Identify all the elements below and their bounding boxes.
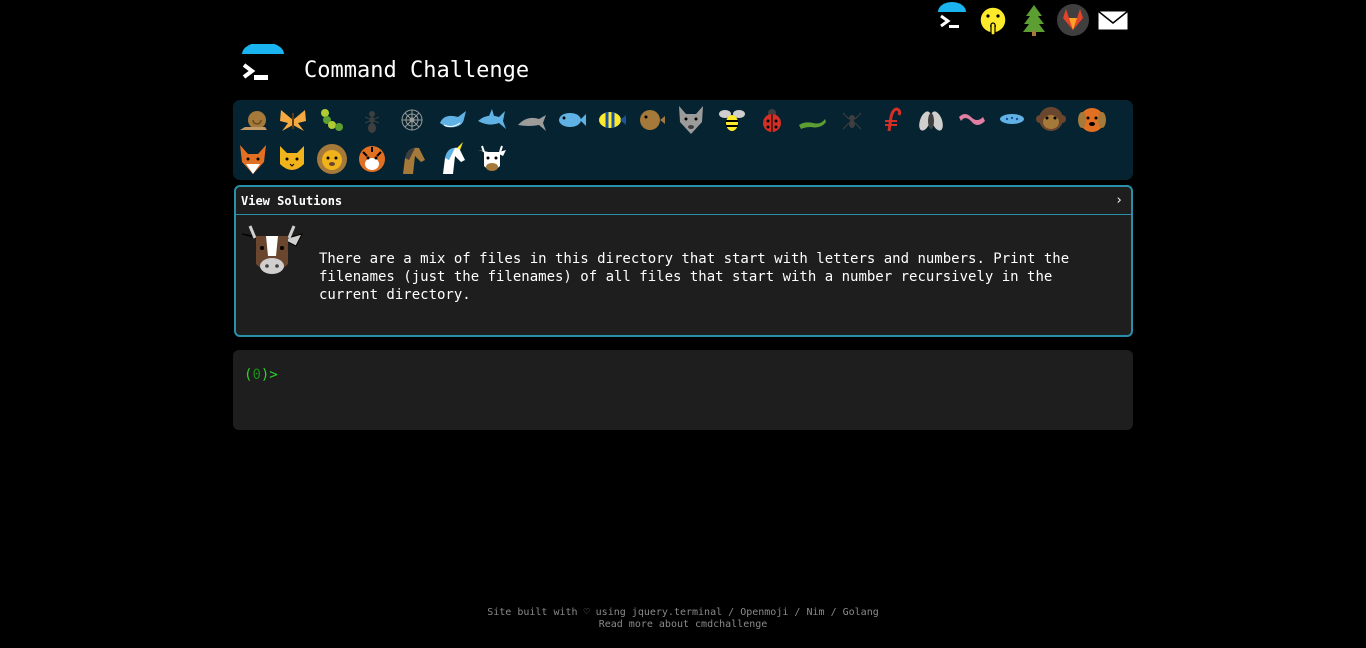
lizard-icon[interactable] bbox=[795, 103, 829, 137]
terminal-logo-icon[interactable] bbox=[934, 2, 970, 38]
footer-separator: / bbox=[830, 607, 837, 618]
bee-icon[interactable] bbox=[715, 103, 749, 137]
unicorn-icon[interactable] bbox=[435, 142, 469, 176]
footer: Site built with ♡ using jquery.terminal … bbox=[0, 607, 1366, 631]
footer-using: using bbox=[595, 607, 626, 618]
dog-icon[interactable] bbox=[1075, 103, 1109, 137]
microbe-icon[interactable] bbox=[995, 102, 1029, 136]
prompt-counter: 0 bbox=[252, 367, 261, 383]
terminal[interactable]: (0)> bbox=[233, 350, 1133, 430]
cat-icon[interactable] bbox=[275, 142, 309, 176]
read-more-link[interactable]: Read more about cmdchallenge bbox=[599, 619, 768, 630]
tree-icon[interactable] bbox=[1016, 2, 1052, 38]
footer-separator: / bbox=[794, 607, 801, 618]
cow-icon[interactable] bbox=[475, 142, 509, 176]
footer-prefix: Site built with bbox=[487, 607, 578, 618]
page-title: Command Challenge bbox=[304, 58, 530, 83]
monkey-icon[interactable] bbox=[1034, 103, 1068, 137]
terminal-prompt: (0)> bbox=[244, 367, 278, 383]
envelope-icon[interactable] bbox=[1095, 2, 1131, 38]
ladybug-icon[interactable] bbox=[755, 103, 789, 137]
horse-icon[interactable] bbox=[395, 142, 429, 176]
openmoji-link[interactable]: Openmoji bbox=[740, 607, 788, 618]
scorpion-icon[interactable] bbox=[875, 103, 909, 137]
footer-line-1: Site built with ♡ using jquery.terminal … bbox=[0, 607, 1366, 619]
shushing-face-icon[interactable] bbox=[975, 2, 1011, 38]
dolphin-icon[interactable] bbox=[515, 103, 549, 137]
spider-icon[interactable] bbox=[835, 103, 869, 137]
heart-icon: ♡ bbox=[583, 607, 590, 618]
nim-link[interactable]: Nim bbox=[806, 607, 824, 618]
footer-line-2: Read more about cmdchallenge bbox=[0, 619, 1366, 631]
ant-icon[interactable] bbox=[355, 103, 389, 137]
cow-icon bbox=[240, 222, 304, 282]
chevron-right-icon: › bbox=[1115, 193, 1123, 208]
prompt-close: )> bbox=[260, 367, 278, 383]
view-solutions-label: View Solutions bbox=[241, 194, 343, 208]
tiger-icon[interactable] bbox=[355, 142, 389, 176]
header: Command Challenge bbox=[240, 44, 840, 96]
fox-icon[interactable] bbox=[236, 142, 270, 176]
tropical-fish-icon[interactable] bbox=[595, 103, 629, 137]
top-nav bbox=[932, 2, 1132, 38]
shark-icon[interactable] bbox=[475, 103, 509, 137]
wolf-icon[interactable] bbox=[674, 102, 708, 136]
butterfly-icon[interactable] bbox=[276, 103, 310, 137]
web-icon[interactable] bbox=[395, 103, 429, 137]
whale-icon[interactable] bbox=[436, 103, 470, 137]
gitlab-icon[interactable] bbox=[1055, 2, 1091, 38]
terminal-prompt-logo-icon[interactable] bbox=[240, 44, 286, 90]
challenge-list bbox=[233, 100, 1133, 180]
worm-icon[interactable] bbox=[955, 103, 989, 137]
fly-icon[interactable] bbox=[914, 103, 948, 137]
view-solutions-toggle[interactable]: View Solutions › bbox=[236, 187, 1131, 215]
blowfish-icon[interactable] bbox=[634, 103, 668, 137]
challenge-panel: View Solutions › There are a mix of file… bbox=[234, 185, 1133, 337]
lion-icon[interactable] bbox=[315, 142, 349, 176]
footer-separator: / bbox=[728, 607, 735, 618]
snail-icon[interactable] bbox=[237, 103, 271, 137]
fish-icon[interactable] bbox=[555, 103, 589, 137]
golang-link[interactable]: Golang bbox=[843, 607, 879, 618]
caterpillar-icon[interactable] bbox=[315, 103, 349, 137]
challenge-description: There are a mix of files in this directo… bbox=[319, 251, 1070, 303]
jquery-terminal-link[interactable]: jquery.terminal bbox=[632, 607, 722, 618]
